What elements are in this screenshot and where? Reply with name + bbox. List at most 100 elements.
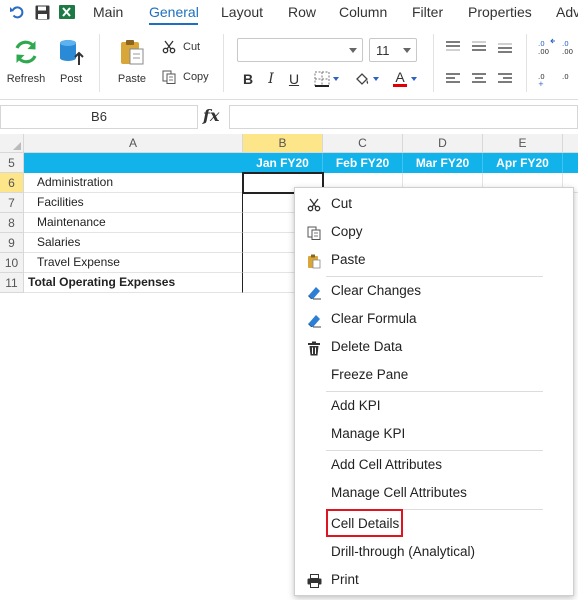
percent-format-button[interactable]: .0 bbox=[562, 70, 578, 88]
account-cell[interactable]: Salaries bbox=[24, 233, 243, 253]
post-button[interactable]: Post bbox=[56, 38, 86, 85]
tab-column[interactable]: Column bbox=[339, 4, 387, 20]
menu-separator bbox=[326, 276, 543, 277]
tab-filter[interactable]: Filter bbox=[412, 4, 443, 20]
align-top-button[interactable] bbox=[445, 38, 461, 56]
column-header-f[interactable] bbox=[563, 134, 578, 153]
menu-item-manage-cell-attributes[interactable]: Manage Cell Attributes bbox=[295, 481, 573, 507]
decrease-decimal-button[interactable]: .0.00 bbox=[538, 38, 556, 56]
function-icon[interactable]: fx bbox=[203, 106, 219, 125]
account-cell[interactable]: Maintenance bbox=[24, 213, 243, 233]
fill-color-button[interactable] bbox=[350, 70, 382, 88]
column-header-e[interactable]: E bbox=[483, 134, 563, 153]
ribbon-divider bbox=[526, 34, 527, 92]
align-left-button[interactable] bbox=[445, 70, 461, 88]
tab-main[interactable]: Main bbox=[93, 4, 123, 20]
menu-item-freeze-pane[interactable]: Freeze Pane bbox=[295, 363, 573, 389]
row-header-5[interactable]: 5 bbox=[0, 153, 24, 173]
align-right-button[interactable] bbox=[497, 70, 513, 88]
paste-button[interactable]: Paste bbox=[115, 38, 149, 85]
row-header-9[interactable]: 9 bbox=[0, 233, 24, 253]
increase-decimal-button[interactable]: .0.00 bbox=[562, 38, 578, 56]
menu-item-label: Add Cell Attributes bbox=[331, 457, 443, 472]
row-header-10[interactable]: 10 bbox=[0, 253, 24, 273]
copy-icon bbox=[161, 69, 177, 85]
trash-icon bbox=[306, 340, 322, 356]
menu-item-clear-formula[interactable]: Clear Formula bbox=[295, 307, 573, 333]
row-header-6[interactable]: 6 bbox=[0, 173, 24, 193]
save-icon[interactable] bbox=[34, 4, 50, 20]
excel-icon[interactable] bbox=[59, 4, 75, 20]
refresh-button[interactable]: Refresh bbox=[7, 38, 45, 85]
period-header-cell[interactable]: Mar FY20 bbox=[403, 153, 483, 173]
tab-advanced[interactable]: Adv bbox=[556, 4, 578, 20]
menu-item-delete-data[interactable]: Delete Data bbox=[295, 335, 573, 361]
row-header-11[interactable]: 11 bbox=[0, 273, 24, 293]
menu-item-label: Drill-through (Analytical) bbox=[331, 544, 476, 559]
account-cell[interactable]: Administration bbox=[24, 173, 243, 193]
font-color-swatch bbox=[393, 84, 407, 87]
align-right-icon bbox=[498, 73, 512, 85]
cut-label: Cut bbox=[183, 41, 201, 53]
name-box[interactable]: B6 bbox=[0, 105, 198, 129]
account-cell[interactable]: Facilities bbox=[24, 193, 243, 213]
chevron-down-icon bbox=[332, 77, 339, 81]
align-bottom-button[interactable] bbox=[497, 38, 513, 56]
row-header-7[interactable]: 7 bbox=[0, 193, 24, 213]
active-tab-indicator bbox=[149, 23, 198, 25]
menu-item-print[interactable]: Print bbox=[295, 568, 573, 594]
ribbon-tab-bar: Main General Layout Row Column Filter Pr… bbox=[0, 0, 578, 26]
menu-item-add-cell-attributes[interactable]: Add Cell Attributes bbox=[295, 453, 573, 479]
clipboard-icon bbox=[118, 38, 146, 69]
underline-button[interactable]: U bbox=[286, 70, 302, 88]
menu-item-drill-through[interactable]: Drill-through (Analytical) bbox=[295, 540, 573, 566]
period-header-cell[interactable]: Feb FY20 bbox=[323, 153, 403, 173]
period-header-cell[interactable]: Apr FY20 bbox=[483, 153, 563, 173]
column-header-a[interactable]: A bbox=[24, 134, 243, 153]
select-all-corner[interactable] bbox=[0, 134, 24, 153]
column-header-c[interactable]: C bbox=[323, 134, 403, 153]
font-color-button[interactable]: A bbox=[390, 70, 420, 88]
column-header-d[interactable]: D bbox=[403, 134, 483, 153]
menu-item-label: Clear Changes bbox=[331, 283, 422, 298]
formula-bar: B6 fx bbox=[0, 104, 578, 130]
font-size-select[interactable]: 11 bbox=[369, 38, 417, 62]
formula-input[interactable] bbox=[229, 105, 578, 129]
row-header-8[interactable]: 8 bbox=[0, 213, 24, 233]
menu-item-cell-details[interactable]: Cell Details bbox=[295, 509, 573, 538]
borders-button[interactable] bbox=[310, 70, 342, 88]
period-header-cell[interactable]: Jan FY20 bbox=[243, 153, 323, 173]
align-bottom-icon bbox=[498, 41, 512, 53]
tab-general[interactable]: General bbox=[149, 4, 199, 20]
account-cell[interactable]: Travel Expense bbox=[24, 253, 243, 273]
column-header-b[interactable]: B bbox=[243, 134, 323, 153]
copy-icon bbox=[306, 225, 322, 241]
undo-icon[interactable] bbox=[9, 4, 25, 20]
menu-item-add-kpi[interactable]: Add KPI bbox=[295, 394, 573, 420]
align-middle-button[interactable] bbox=[471, 38, 487, 56]
tab-layout[interactable]: Layout bbox=[221, 4, 263, 20]
ribbon-divider bbox=[433, 34, 434, 92]
menu-item-cut[interactable]: Cut bbox=[295, 192, 573, 218]
copy-label: Copy bbox=[183, 71, 209, 83]
italic-button[interactable]: I bbox=[264, 70, 278, 88]
number-format-button[interactable]: .0 + bbox=[538, 70, 556, 88]
copy-button[interactable]: Copy bbox=[161, 69, 209, 85]
scissors-icon bbox=[306, 197, 322, 213]
menu-separator bbox=[326, 450, 543, 451]
tab-row[interactable]: Row bbox=[288, 4, 316, 20]
menu-item-manage-kpi[interactable]: Manage KPI bbox=[295, 422, 573, 448]
bold-button[interactable]: B bbox=[240, 70, 256, 88]
tab-properties[interactable]: Properties bbox=[468, 4, 532, 20]
menu-item-paste[interactable]: Paste bbox=[295, 248, 573, 274]
refresh-icon bbox=[12, 38, 40, 69]
spreadsheet-app: Main General Layout Row Column Filter Pr… bbox=[0, 0, 578, 600]
menu-item-clear-changes[interactable]: Clear Changes bbox=[295, 279, 573, 305]
font-family-select[interactable] bbox=[237, 38, 363, 62]
paste-icon bbox=[306, 253, 322, 269]
menu-item-copy[interactable]: Copy bbox=[295, 220, 573, 246]
account-cell-total[interactable]: Total Operating Expenses bbox=[24, 273, 243, 293]
cut-button[interactable]: Cut bbox=[161, 39, 200, 55]
scissors-icon bbox=[161, 39, 177, 55]
align-center-button[interactable] bbox=[471, 70, 487, 88]
